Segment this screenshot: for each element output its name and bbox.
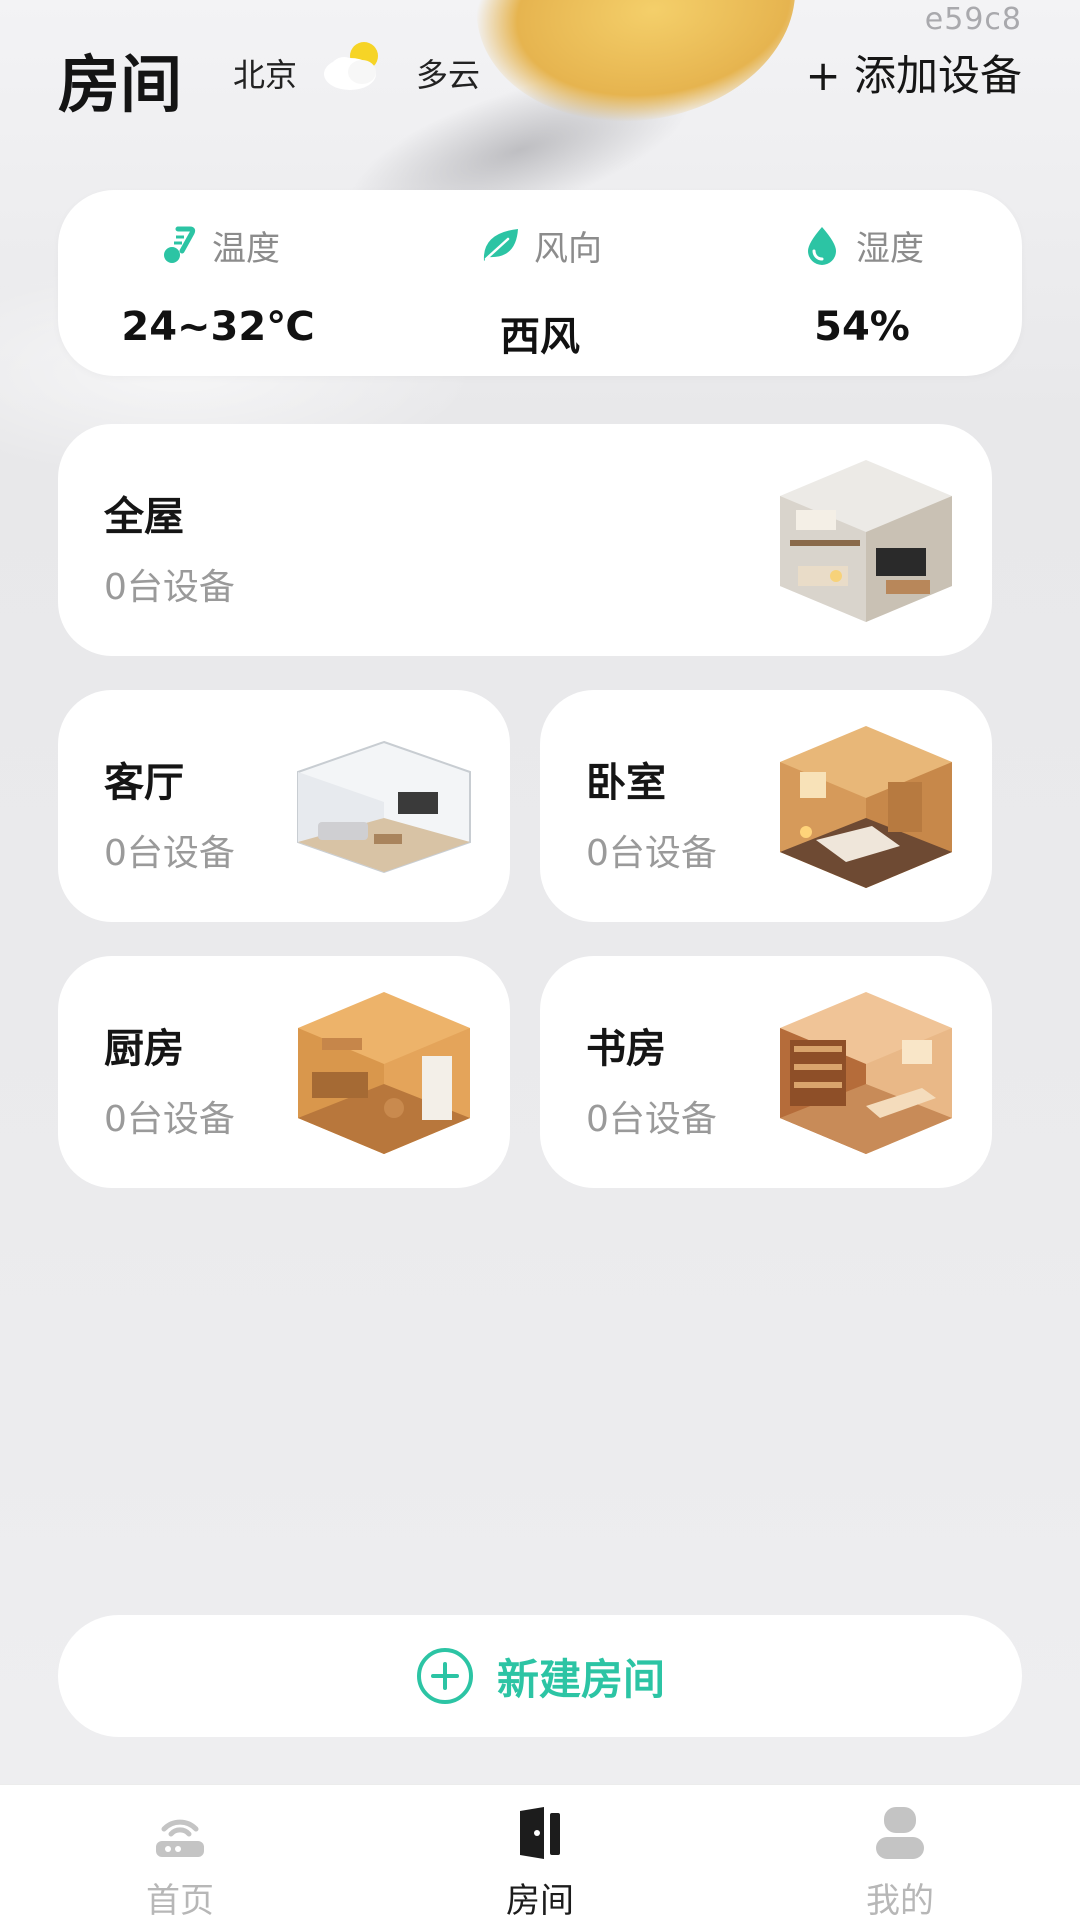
whole-house-illustration: [780, 460, 952, 622]
wind-block: 风向 西风: [380, 190, 700, 376]
weather-label: 多云: [416, 56, 481, 94]
city-label: 北京: [233, 56, 298, 94]
nav-label: 我的: [866, 1881, 934, 1920]
living-room-illustration: [297, 740, 471, 874]
room-device-count: 0台设备: [104, 833, 235, 874]
new-room-button[interactable]: 新建房间: [58, 1615, 1022, 1737]
rooms-screen: e59c8 房间 北京 多云 + 添加设备 温度 24~32℃ 风向 西风 湿度…: [0, 0, 1080, 1920]
plus-circle-icon: [416, 1648, 473, 1704]
room-name: 全屋: [104, 494, 184, 540]
nav-item-mine[interactable]: 我的: [800, 1785, 1000, 1920]
nav-label: 房间: [506, 1881, 574, 1920]
header: 房间 北京 多云 + 添加设备: [58, 30, 1022, 121]
room-card-bedroom[interactable]: 卧室 0台设备: [540, 690, 992, 922]
room-card-whole-house[interactable]: 全屋 0台设备: [58, 424, 992, 656]
page-title: 房间: [58, 48, 183, 121]
room-card-living-room[interactable]: 客厅 0台设备: [58, 690, 510, 922]
nav-label: 首页: [146, 1881, 214, 1920]
new-room-label: 新建房间: [496, 1654, 665, 1704]
nav-item-rooms[interactable]: 房间: [440, 1785, 640, 1920]
climate-card: 温度 24~32℃ 风向 西风 湿度 54%: [58, 190, 1022, 376]
router-icon: [156, 1819, 204, 1857]
humidity-block: 湿度 54%: [702, 190, 1022, 376]
add-device-button[interactable]: + 添加设备: [805, 42, 1022, 103]
wind-label: 风向: [534, 228, 602, 269]
temperature-value: 24~32℃: [121, 304, 315, 350]
thermometer-icon: [164, 226, 196, 263]
partly-cloudy-icon: [324, 42, 378, 90]
temperature-block: 温度 24~32℃: [58, 190, 378, 376]
water-drop-icon: [808, 227, 836, 265]
kitchen-illustration: [298, 992, 470, 1154]
room-name: 卧室: [586, 760, 666, 806]
user-icon: [876, 1807, 924, 1859]
door-icon: [520, 1807, 560, 1859]
room-device-count: 0台设备: [586, 1099, 717, 1140]
room-name: 书房: [586, 1026, 666, 1072]
study-illustration: [780, 992, 952, 1154]
nav-item-home[interactable]: 首页: [80, 1785, 280, 1920]
temperature-label: 温度: [212, 228, 280, 269]
bedroom-illustration: [780, 726, 952, 888]
room-device-count: 0台设备: [104, 1099, 235, 1140]
humidity-value: 54%: [814, 304, 910, 350]
wind-value: 西风: [500, 314, 580, 360]
bottom-nav: 首页 房间 我的: [0, 1784, 1080, 1920]
room-name: 厨房: [104, 1026, 184, 1072]
room-device-count: 0台设备: [104, 567, 235, 608]
room-device-count: 0台设备: [586, 833, 717, 874]
room-name: 客厅: [104, 760, 184, 806]
room-card-kitchen[interactable]: 厨房 0台设备: [58, 956, 510, 1188]
leaf-icon: [483, 229, 518, 261]
room-card-study[interactable]: 书房 0台设备: [540, 956, 992, 1188]
humidity-label: 湿度: [856, 228, 924, 269]
